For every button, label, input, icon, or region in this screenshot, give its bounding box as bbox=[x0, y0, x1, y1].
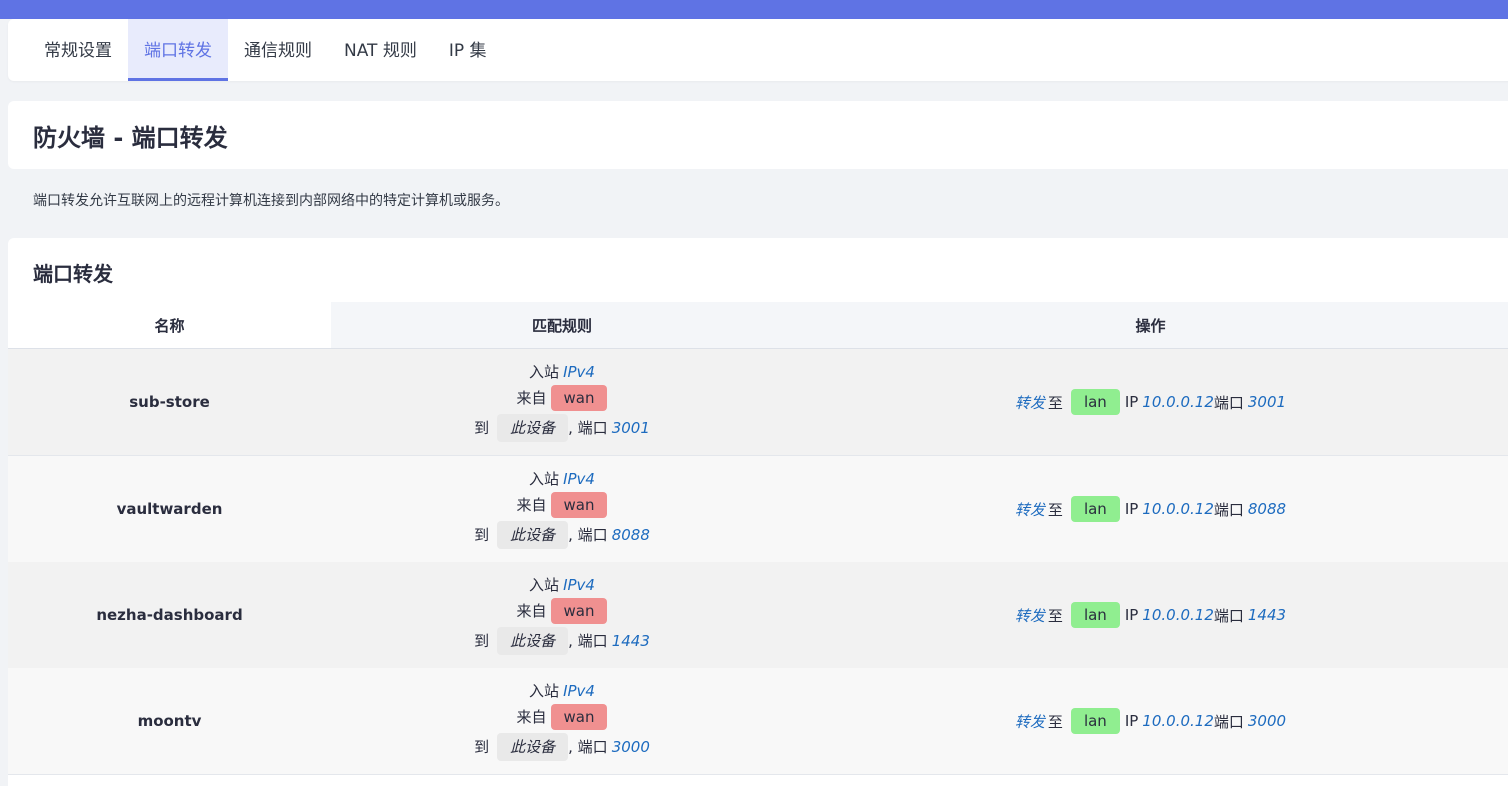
from-label: 来自 bbox=[516, 602, 547, 620]
zone-badge-lan: lan bbox=[1070, 496, 1120, 522]
zone-badge-wan: wan bbox=[550, 704, 608, 730]
table-row[interactable]: nezha-dashboard 入站 IPv4 来自 wan 到 此设备 , 端… bbox=[8, 562, 1508, 669]
to-label: 到 bbox=[474, 419, 490, 437]
inbound-label: 入站 bbox=[529, 363, 560, 381]
from-label: 来自 bbox=[516, 496, 547, 514]
match-cell: 入站 IPv4 来自 wan 到 此设备 , 端口 1443 bbox=[331, 562, 793, 668]
ip-value: 10.0.0.12 bbox=[1142, 606, 1214, 624]
port-label: , 端口 bbox=[568, 632, 608, 650]
port-value: 1443 bbox=[611, 632, 650, 650]
zone-badge-lan: lan bbox=[1070, 602, 1120, 628]
device-badge: 此设备 bbox=[497, 733, 569, 761]
ip-label: IP bbox=[1124, 500, 1139, 518]
page-title: 防火墙 - 端口转发 bbox=[33, 123, 228, 152]
header-match[interactable]: 匹配规则 bbox=[331, 302, 793, 348]
family-value: IPv4 bbox=[563, 576, 595, 594]
inbound-label: 入站 bbox=[529, 470, 560, 488]
forward-label: 转发 bbox=[1014, 393, 1045, 412]
zone-badge-wan: wan bbox=[550, 492, 608, 518]
ip-value: 10.0.0.12 bbox=[1142, 712, 1214, 730]
port-value: 3000 bbox=[1247, 712, 1287, 730]
device-badge: 此设备 bbox=[497, 414, 569, 442]
to-label: 到 bbox=[474, 738, 490, 756]
ip-label: IP bbox=[1124, 712, 1139, 730]
to-label: 至 bbox=[1047, 500, 1063, 519]
forward-label: 转发 bbox=[1014, 606, 1045, 625]
port-value: 3001 bbox=[611, 419, 650, 437]
to-label: 到 bbox=[474, 526, 490, 544]
ip-value: 10.0.0.12 bbox=[1142, 500, 1214, 518]
table-header: 名称 匹配规则 操作 bbox=[8, 302, 1508, 349]
port-label: 端口 bbox=[1213, 606, 1244, 625]
tab-traffic-rules[interactable]: 通信规则 bbox=[228, 19, 328, 81]
match-cell: 入站 IPv4 来自 wan 到 此设备 , 端口 3001 bbox=[331, 349, 793, 455]
zone-badge-wan: wan bbox=[550, 598, 608, 624]
port-label: 端口 bbox=[1213, 712, 1244, 731]
port-value: 3000 bbox=[611, 738, 650, 756]
inbound-label: 入站 bbox=[529, 576, 560, 594]
action-cell: 转发 至 lan IP 10.0.0.12 端口 1443 bbox=[793, 562, 1508, 668]
family-value: IPv4 bbox=[563, 682, 595, 700]
from-label: 来自 bbox=[516, 708, 547, 726]
action-cell: 转发 至 lan IP 10.0.0.12 端口 3001 bbox=[793, 349, 1508, 455]
to-label: 至 bbox=[1047, 393, 1063, 412]
forward-label: 转发 bbox=[1014, 712, 1045, 731]
rule-name: sub-store bbox=[129, 393, 210, 411]
ip-label: IP bbox=[1124, 606, 1139, 624]
tab-general[interactable]: 常规设置 bbox=[28, 19, 128, 81]
match-cell: 入站 IPv4 来自 wan 到 此设备 , 端口 8088 bbox=[331, 456, 793, 562]
family-value: IPv4 bbox=[563, 363, 595, 381]
tab-ip-sets[interactable]: IP 集 bbox=[433, 19, 503, 81]
port-value: 8088 bbox=[1247, 500, 1287, 518]
table-row[interactable]: sub-store 入站 IPv4 来自 wan 到 此设备 , 端口 3001… bbox=[8, 349, 1508, 456]
to-label: 至 bbox=[1047, 606, 1063, 625]
table-row[interactable]: moontv 入站 IPv4 来自 wan 到 此设备 , 端口 3000 转发… bbox=[8, 668, 1508, 775]
rule-name: moontv bbox=[137, 712, 202, 730]
port-value: 1443 bbox=[1247, 606, 1287, 624]
zone-badge-wan: wan bbox=[550, 385, 608, 411]
to-label: 至 bbox=[1047, 712, 1063, 731]
zone-badge-lan: lan bbox=[1070, 708, 1120, 734]
action-cell: 转发 至 lan IP 10.0.0.12 端口 8088 bbox=[793, 456, 1508, 562]
family-value: IPv4 bbox=[563, 470, 595, 488]
port-label: , 端口 bbox=[568, 419, 608, 437]
port-label: , 端口 bbox=[568, 738, 608, 756]
from-label: 来自 bbox=[516, 389, 547, 407]
ip-label: IP bbox=[1124, 393, 1139, 411]
device-badge: 此设备 bbox=[497, 521, 569, 549]
forward-label: 转发 bbox=[1014, 500, 1045, 519]
title-card: 防火墙 - 端口转发 bbox=[8, 101, 1508, 169]
port-value: 8088 bbox=[611, 526, 650, 544]
rule-name: vaultwarden bbox=[116, 500, 223, 518]
tab-port-forwards[interactable]: 端口转发 bbox=[128, 19, 228, 81]
to-label: 到 bbox=[474, 632, 490, 650]
ip-value: 10.0.0.12 bbox=[1142, 393, 1214, 411]
tab-bar: 常规设置 端口转发 通信规则 NAT 规则 IP 集 bbox=[8, 19, 1508, 81]
action-cell: 转发 至 lan IP 10.0.0.12 端口 3000 bbox=[793, 668, 1508, 774]
zone-badge-lan: lan bbox=[1070, 389, 1120, 415]
port-label: 端口 bbox=[1213, 393, 1244, 412]
header-name[interactable]: 名称 bbox=[8, 302, 331, 348]
table-row[interactable]: vaultwarden 入站 IPv4 来自 wan 到 此设备 , 端口 80… bbox=[8, 456, 1508, 563]
section-title: 端口转发 bbox=[33, 262, 113, 286]
port-forward-section: 端口转发 名称 匹配规则 操作 sub-store 入站 IPv4 来自 wan… bbox=[8, 238, 1508, 786]
match-cell: 入站 IPv4 来自 wan 到 此设备 , 端口 3000 bbox=[331, 668, 793, 774]
tab-nat-rules[interactable]: NAT 规则 bbox=[328, 19, 433, 81]
inbound-label: 入站 bbox=[529, 682, 560, 700]
rule-name: nezha-dashboard bbox=[96, 606, 243, 624]
port-value: 3001 bbox=[1247, 393, 1287, 411]
device-badge: 此设备 bbox=[497, 627, 569, 655]
page-description: 端口转发允许互联网上的远程计算机连接到内部网络中的特定计算机或服务。 bbox=[33, 193, 509, 209]
header-action[interactable]: 操作 bbox=[793, 302, 1508, 348]
port-label: , 端口 bbox=[568, 526, 608, 544]
port-label: 端口 bbox=[1213, 500, 1244, 519]
